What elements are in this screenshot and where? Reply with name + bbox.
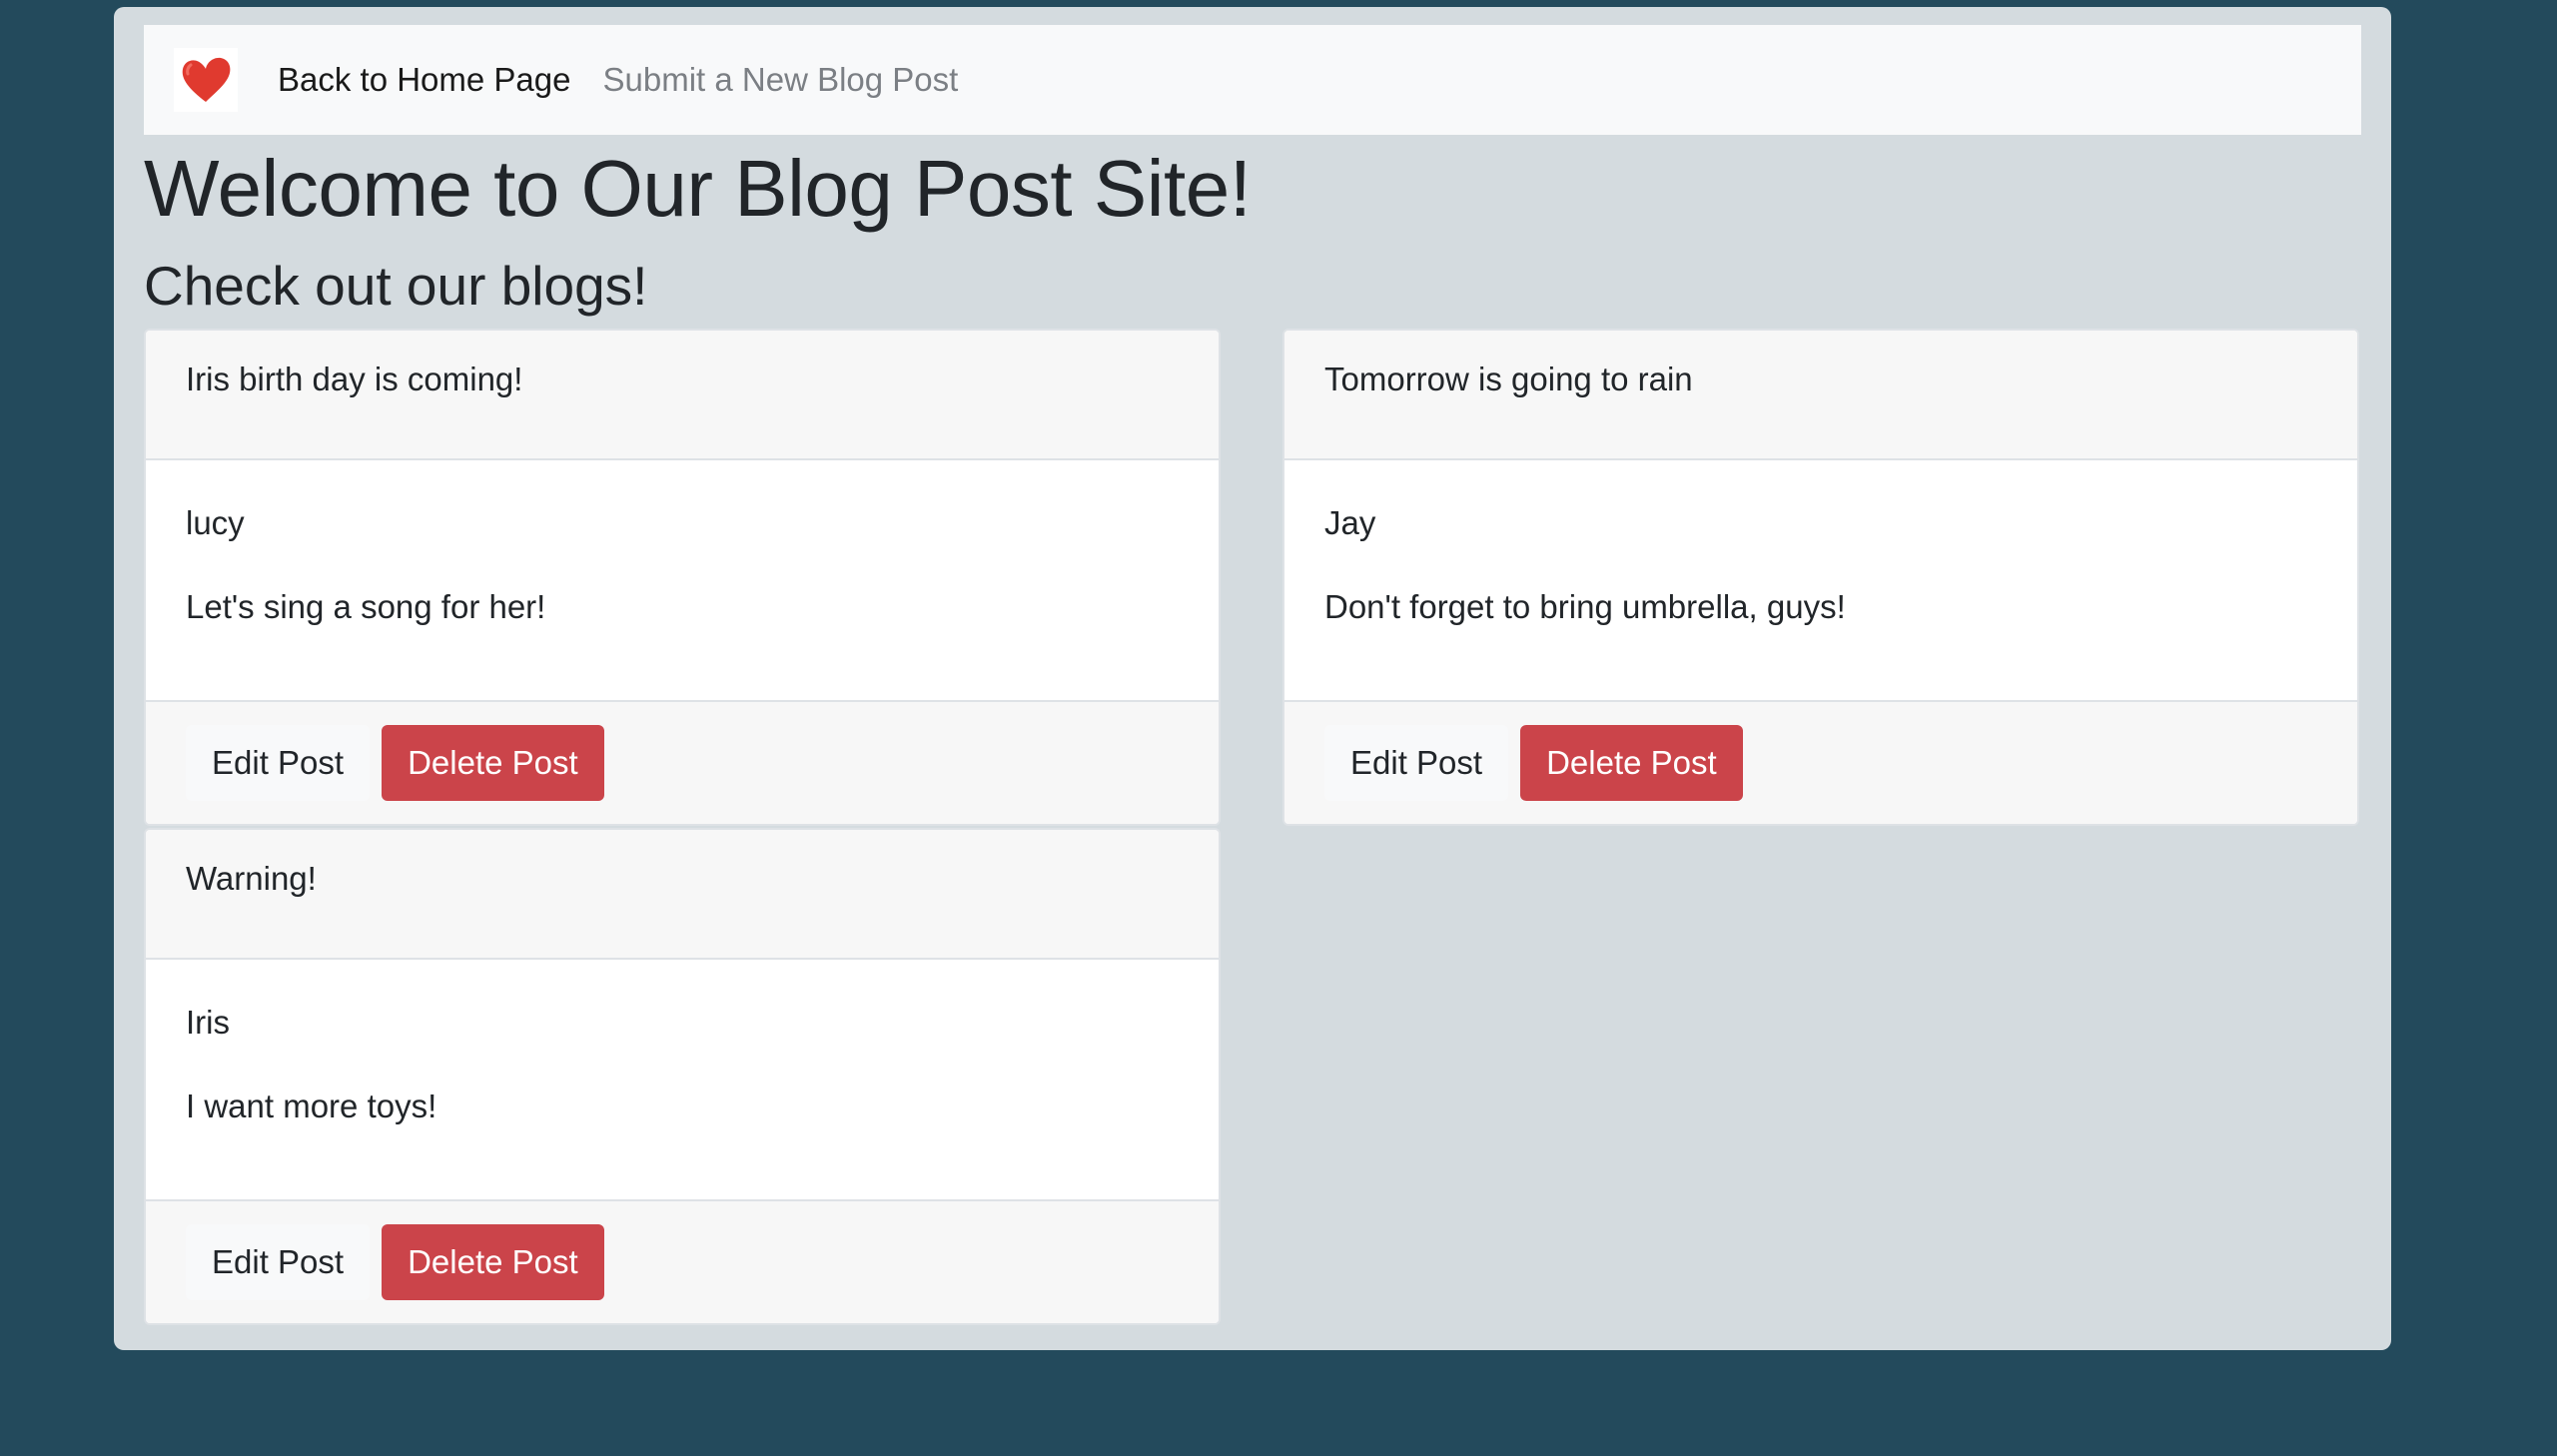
post-body: Iris I want more toys! <box>146 960 1219 1199</box>
page-container: Back to Home Page Submit a New Blog Post… <box>114 7 2391 1350</box>
logo-link[interactable] <box>174 48 238 112</box>
post-author: Iris <box>186 1004 230 1041</box>
post-actions: Edit Post Delete Post <box>1284 700 2357 824</box>
post-author: lucy <box>186 504 245 541</box>
post-body: Jay Don't forget to bring umbrella, guys… <box>1284 460 2357 700</box>
post-card: Iris birth day is coming! lucy Let's sin… <box>144 329 1221 826</box>
delete-post-button[interactable]: Delete Post <box>382 725 604 801</box>
post-title: Warning! <box>146 830 1219 960</box>
edit-post-button[interactable]: Edit Post <box>1324 725 1509 801</box>
navbar: Back to Home Page Submit a New Blog Post <box>144 25 2361 135</box>
post-content: I want more toys! <box>186 1088 437 1124</box>
edit-post-button[interactable]: Edit Post <box>186 725 371 801</box>
post-actions: Edit Post Delete Post <box>146 700 1219 824</box>
nav-home-link[interactable]: Back to Home Page <box>278 61 571 99</box>
post-body: lucy Let's sing a song for her! <box>146 460 1219 700</box>
post-title: Tomorrow is going to rain <box>1284 331 2357 460</box>
delete-post-button[interactable]: Delete Post <box>382 1224 604 1300</box>
page-subtitle: Check out our blogs! <box>144 255 648 317</box>
post-card: Warning! Iris I want more toys! Edit Pos… <box>144 828 1221 1325</box>
post-content: Don't forget to bring umbrella, guys! <box>1324 588 1846 625</box>
post-actions: Edit Post Delete Post <box>146 1199 1219 1323</box>
page-title: Welcome to Our Blog Post Site! <box>144 144 1252 233</box>
heart-icon <box>182 57 231 102</box>
nav-submit-post-link[interactable]: Submit a New Blog Post <box>603 61 959 99</box>
post-card: Tomorrow is going to rain Jay Don't forg… <box>1282 329 2359 826</box>
post-content: Let's sing a song for her! <box>186 588 546 625</box>
edit-post-button[interactable]: Edit Post <box>186 1224 371 1300</box>
post-title: Iris birth day is coming! <box>146 331 1219 460</box>
post-author: Jay <box>1324 504 1376 541</box>
delete-post-button[interactable]: Delete Post <box>1520 725 1743 801</box>
